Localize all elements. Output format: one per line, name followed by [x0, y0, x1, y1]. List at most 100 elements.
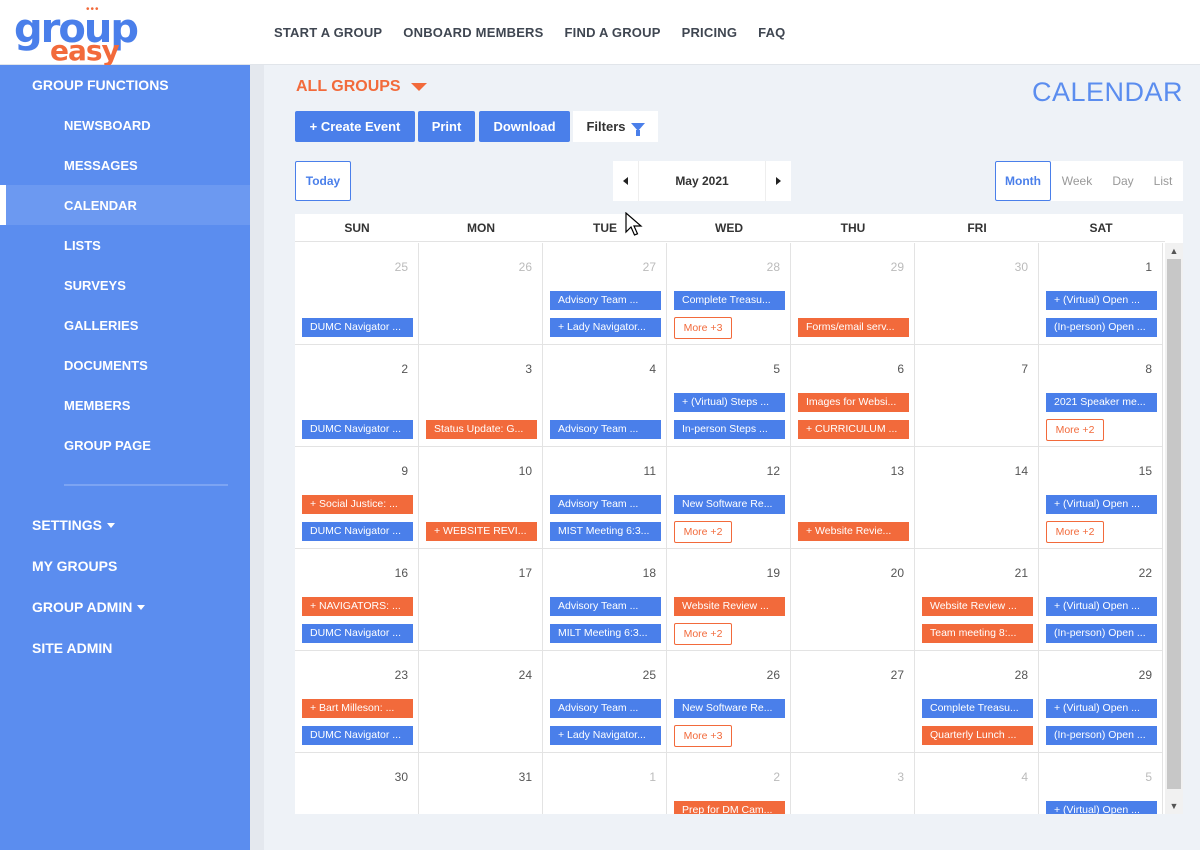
sidebar-item-galleries[interactable]: GALLERIES: [0, 305, 250, 345]
day-number[interactable]: 28: [1015, 668, 1028, 682]
calendar-event[interactable]: Status Update: G...: [426, 420, 537, 439]
nav-onboard-members[interactable]: ONBOARD MEMBERS: [403, 25, 543, 40]
day-number[interactable]: 19: [767, 566, 780, 580]
day-cell[interactable]: 15 + (Virtual) Open ... More +2: [1039, 447, 1163, 549]
day-number[interactable]: 4: [1021, 770, 1028, 784]
calendar-event[interactable]: New Software Re...: [674, 495, 785, 514]
sidebar-item-calendar[interactable]: CALENDAR: [0, 185, 250, 225]
day-number[interactable]: 18: [643, 566, 656, 580]
day-cell[interactable]: 4 Advisory Team ...: [543, 345, 667, 447]
day-number[interactable]: 3: [897, 770, 904, 784]
day-cell[interactable]: 17: [419, 549, 543, 651]
day-cell[interactable]: 29 Forms/email serv...: [791, 243, 915, 345]
day-number[interactable]: 29: [1139, 668, 1152, 682]
download-button[interactable]: Download: [479, 111, 570, 142]
day-cell[interactable]: 11 Advisory Team ... MIST Meeting 6:3...: [543, 447, 667, 549]
day-number[interactable]: 7: [1021, 362, 1028, 376]
day-cell[interactable]: 3 Status Update: G...: [419, 345, 543, 447]
calendar-event[interactable]: 2021 Speaker me...: [1046, 393, 1157, 412]
nav-find-a-group[interactable]: FIND A GROUP: [565, 25, 661, 40]
calendar-event[interactable]: + WEBSITE REVI...: [426, 522, 537, 541]
today-button[interactable]: Today: [295, 161, 351, 201]
calendar-event[interactable]: New Software Re...: [674, 699, 785, 718]
calendar-event[interactable]: + (Virtual) Open ...: [1046, 801, 1157, 814]
nav-faq[interactable]: FAQ: [758, 25, 785, 40]
more-events-button[interactable]: More +3: [674, 317, 732, 339]
calendar-event[interactable]: Website Review ...: [922, 597, 1033, 616]
day-cell[interactable]: 28 Complete Treasu... Quarterly Lunch ...: [915, 651, 1039, 753]
day-cell[interactable]: 27: [791, 651, 915, 753]
sidebar-item-newsboard[interactable]: NEWSBOARD: [0, 105, 250, 145]
calendar-event[interactable]: MILT Meeting 6:3...: [550, 624, 661, 643]
day-cell[interactable]: 26 New Software Re... More +3: [667, 651, 791, 753]
day-number[interactable]: 5: [773, 362, 780, 376]
day-number[interactable]: 4: [649, 362, 656, 376]
nav-pricing[interactable]: PRICING: [682, 25, 738, 40]
calendar-event[interactable]: Website Review ...: [674, 597, 785, 616]
print-button[interactable]: Print: [418, 111, 475, 142]
calendar-event[interactable]: Complete Treasu...: [922, 699, 1033, 718]
all-groups-dropdown[interactable]: ALL GROUPS: [296, 78, 427, 96]
calendar-event[interactable]: DUMC Navigator ...: [302, 726, 413, 745]
day-cell[interactable]: 22 + (Virtual) Open ... (In-person) Open .…: [1039, 549, 1163, 651]
calendar-event[interactable]: DUMC Navigator ...: [302, 522, 413, 541]
day-cell[interactable]: 23 + Bart Milleson: ... DUMC Navigator ...: [295, 651, 419, 753]
calendar-event[interactable]: Advisory Team ...: [550, 495, 661, 514]
day-number[interactable]: 13: [891, 464, 904, 478]
calendar-event[interactable]: Advisory Team ...: [550, 291, 661, 310]
day-cell[interactable]: 18 Advisory Team ... MILT Meeting 6:3...: [543, 549, 667, 651]
sidebar-item-group-page[interactable]: GROUP PAGE: [0, 425, 250, 465]
day-cell[interactable]: 19 Website Review ... More +2: [667, 549, 791, 651]
calendar-event[interactable]: + (Virtual) Steps ...: [674, 393, 785, 412]
day-cell[interactable]: 1: [543, 753, 667, 814]
day-number[interactable]: 24: [519, 668, 532, 682]
day-cell[interactable]: 2 Prep for DM Cam...: [667, 753, 791, 814]
sidebar-item-lists[interactable]: LISTS: [0, 225, 250, 265]
day-cell[interactable]: 16 + NAVIGATORS: ... DUMC Navigator ...: [295, 549, 419, 651]
day-number[interactable]: 6: [897, 362, 904, 376]
day-cell[interactable]: 9 + Social Justice: ... DUMC Navigator ...: [295, 447, 419, 549]
calendar-event[interactable]: (In-person) Open ...: [1046, 624, 1157, 643]
calendar-event[interactable]: (In-person) Open ...: [1046, 318, 1157, 337]
next-month-button[interactable]: [765, 161, 791, 201]
scroll-down-icon[interactable]: ▼: [1165, 798, 1183, 814]
day-number[interactable]: 5: [1145, 770, 1152, 784]
calendar-event[interactable]: Advisory Team ...: [550, 597, 661, 616]
scroll-up-icon[interactable]: ▲: [1165, 243, 1183, 259]
day-number[interactable]: 12: [767, 464, 780, 478]
day-number[interactable]: 1: [649, 770, 656, 784]
day-number[interactable]: 9: [401, 464, 408, 478]
day-number[interactable]: 8: [1145, 362, 1152, 376]
day-cell[interactable]: 5 + (Virtual) Open ...: [1039, 753, 1163, 814]
more-events-button[interactable]: More +2: [1046, 419, 1104, 441]
day-cell[interactable]: 12 New Software Re... More +2: [667, 447, 791, 549]
day-cell[interactable]: 4: [915, 753, 1039, 814]
day-number[interactable]: 2: [401, 362, 408, 376]
calendar-event[interactable]: + Lady Navigator...: [550, 318, 661, 337]
calendar-event[interactable]: DUMC Navigator ...: [302, 420, 413, 439]
day-cell[interactable]: 10 + WEBSITE REVI...: [419, 447, 543, 549]
calendar-event[interactable]: Complete Treasu...: [674, 291, 785, 310]
view-month-tab[interactable]: Month: [995, 161, 1051, 201]
day-cell[interactable]: 25 Advisory Team ... + Lady Navigator...: [543, 651, 667, 753]
sidebar-item-messages[interactable]: MESSAGES: [0, 145, 250, 185]
day-cell[interactable]: 29 + (Virtual) Open ... (In-person) Open .…: [1039, 651, 1163, 753]
view-week-tab[interactable]: Week: [1051, 161, 1103, 201]
calendar-event[interactable]: DUMC Navigator ...: [302, 318, 413, 337]
calendar-event[interactable]: (In-person) Open ...: [1046, 726, 1157, 745]
calendar-scrollbar[interactable]: ▲ ▼: [1165, 243, 1183, 814]
day-cell[interactable]: 6 Images for Websi... + CURRICULUM ...: [791, 345, 915, 447]
day-cell[interactable]: 8 2021 Speaker me... More +2: [1039, 345, 1163, 447]
day-cell[interactable]: 27 Advisory Team ... + Lady Navigator...: [543, 243, 667, 345]
calendar-event[interactable]: + CURRICULUM ...: [798, 420, 909, 439]
day-cell[interactable]: 21 Website Review ... Team meeting 8:...: [915, 549, 1039, 651]
sidebar-item-my-groups[interactable]: MY GROUPS: [0, 546, 250, 586]
day-number[interactable]: 14: [1015, 464, 1028, 478]
view-list-tab[interactable]: List: [1143, 161, 1183, 201]
day-number[interactable]: 27: [643, 260, 656, 274]
calendar-event[interactable]: + (Virtual) Open ...: [1046, 597, 1157, 616]
day-cell[interactable]: 31: [419, 753, 543, 814]
day-number[interactable]: 20: [891, 566, 904, 580]
calendar-event[interactable]: DUMC Navigator ...: [302, 624, 413, 643]
scrollbar-thumb[interactable]: [1167, 259, 1181, 789]
